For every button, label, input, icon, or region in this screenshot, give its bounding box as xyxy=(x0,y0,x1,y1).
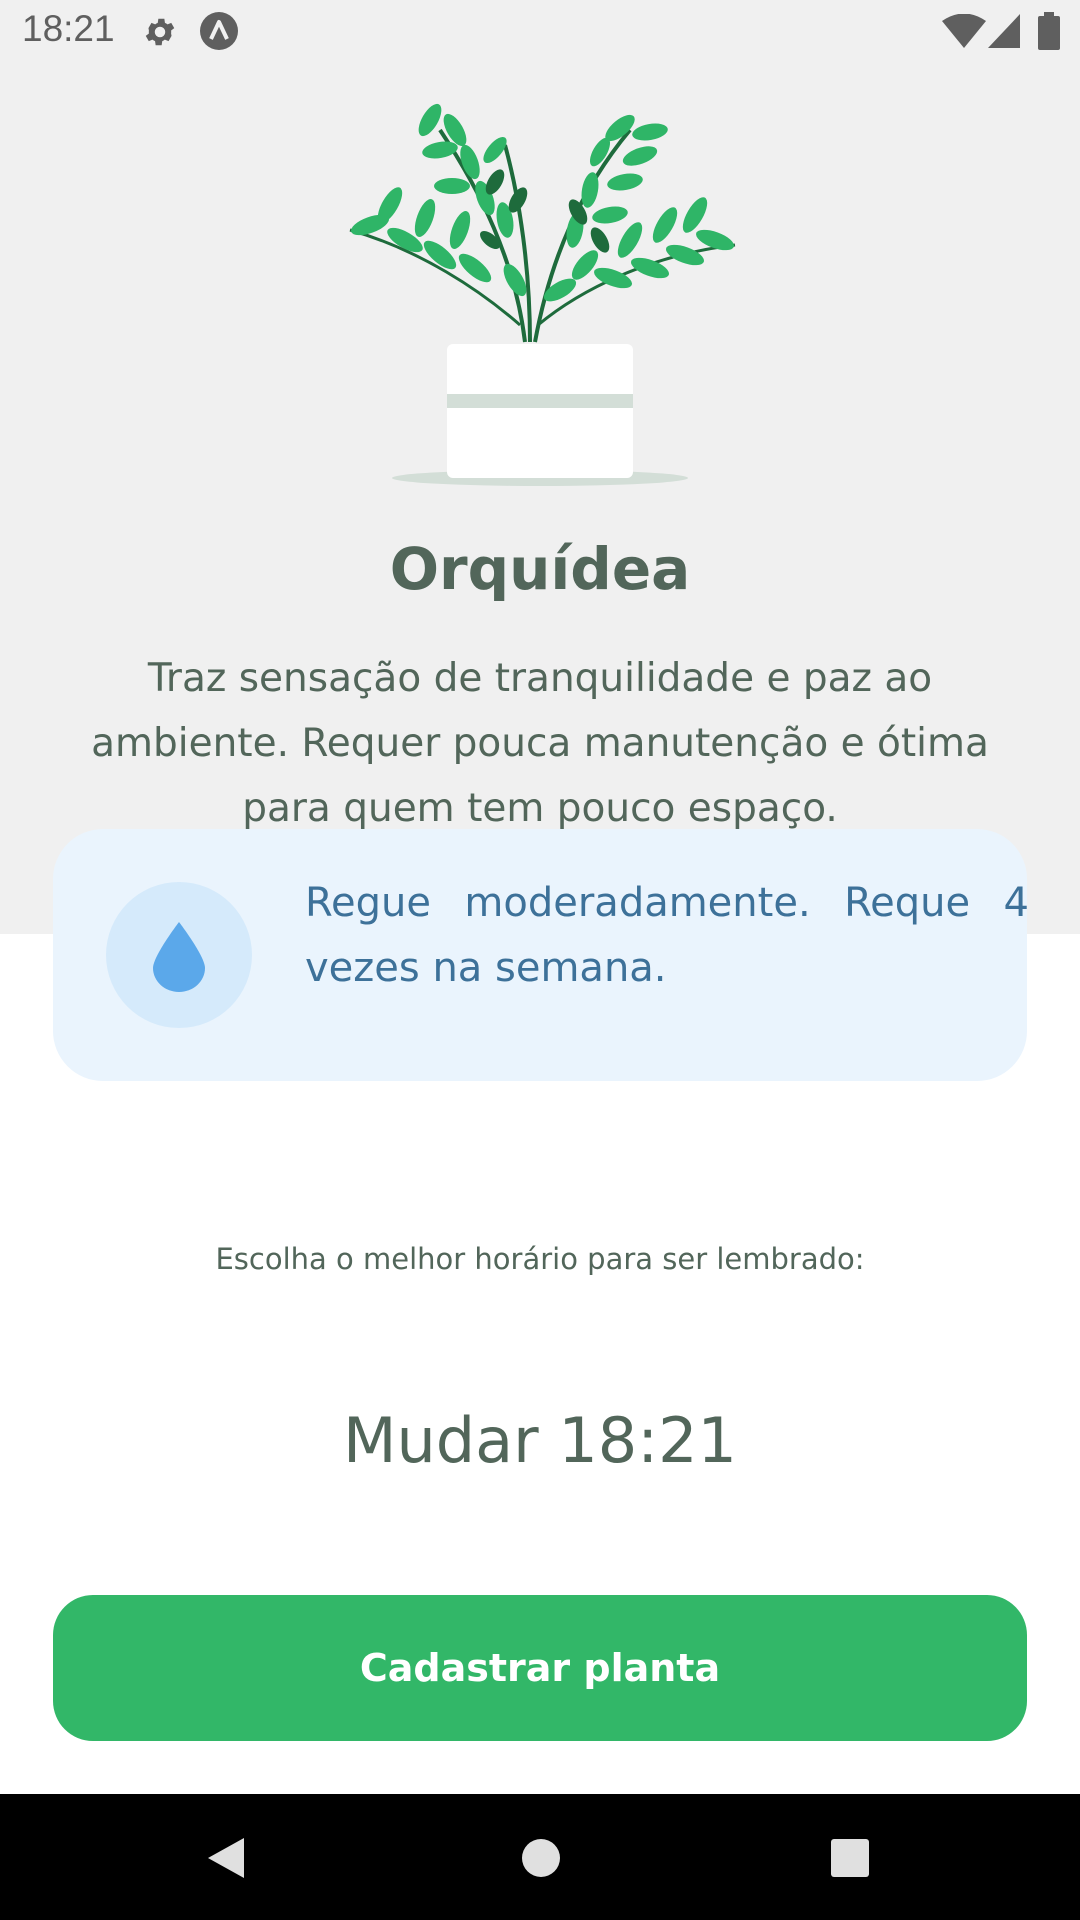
settings-icon xyxy=(145,18,175,46)
plant-illustration xyxy=(349,103,736,486)
battery-icon xyxy=(1038,12,1060,50)
recents-icon[interactable] xyxy=(831,1839,869,1877)
reminder-time: 18:21 xyxy=(558,1404,738,1477)
system-navigation-bar xyxy=(0,1794,1080,1920)
back-icon[interactable] xyxy=(206,1836,246,1880)
app-notification-icon xyxy=(200,12,238,50)
water-tip-icon-container xyxy=(106,882,252,1028)
water-tip-text: Regue moderadamente. Reque 4 vezes na se… xyxy=(305,880,1029,991)
status-bar: 18:21 xyxy=(0,0,1080,64)
wifi-icon xyxy=(942,14,986,48)
change-time-button[interactable]: Mudar 18:21 xyxy=(0,1404,1080,1477)
signal-icon xyxy=(988,14,1020,48)
plant-description: Traz sensação de tranquilidade e paz ao … xyxy=(91,656,989,831)
register-plant-button[interactable]: Cadastrar planta xyxy=(53,1595,1027,1741)
change-time-prefix: Mudar xyxy=(342,1404,539,1477)
status-time: 18:21 xyxy=(22,8,115,49)
water-tip-card: Regue moderadamente. Reque 4 vezes na se… xyxy=(53,829,1029,1081)
reminder-label: Escolha o melhor horário para ser lembra… xyxy=(215,1242,865,1276)
water-drop-icon xyxy=(153,922,205,992)
home-icon[interactable] xyxy=(521,1838,561,1878)
plant-name: Orquídea xyxy=(389,535,691,603)
